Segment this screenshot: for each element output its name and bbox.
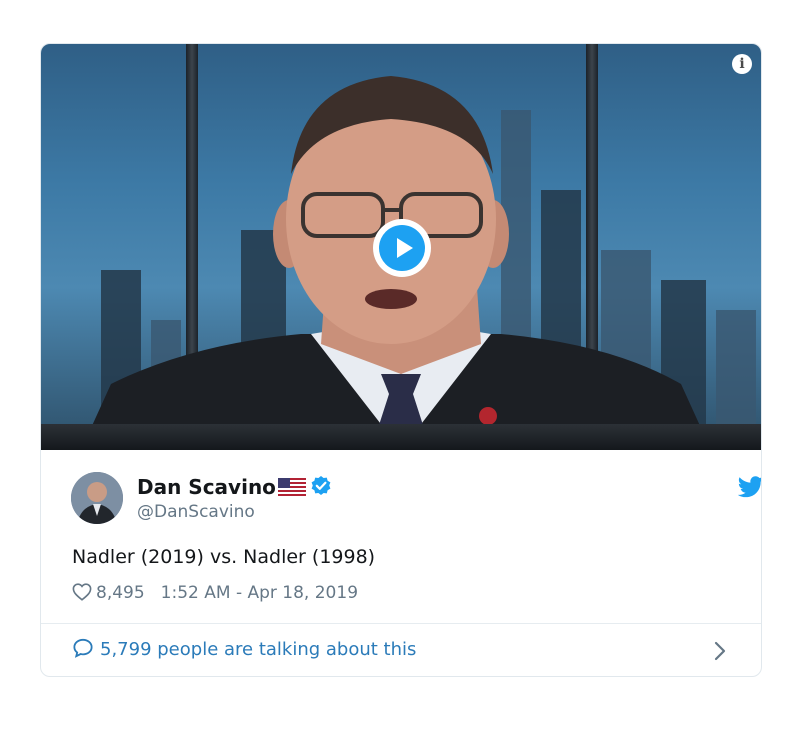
tweet-timestamp[interactable]: 1:52 AM - Apr 18, 2019: [161, 583, 358, 603]
divider: [41, 623, 761, 624]
twitter-bird-icon[interactable]: [738, 476, 762, 498]
discussion-link[interactable]: 5,799 people are talking about this: [72, 638, 416, 660]
tweet-text: Nadler (2019) vs. Nadler (1998): [72, 546, 376, 568]
author-handle[interactable]: @DanScavino: [137, 502, 255, 522]
author-display-name[interactable]: Dan Scavino: [137, 475, 332, 499]
speech-bubble-icon: [73, 638, 93, 658]
avatar[interactable]: [71, 472, 123, 524]
tweet-embed-card[interactable]: i Dan Scavino @DanScavino Nadler (2019) …: [40, 43, 762, 677]
discussion-text[interactable]: 5,799 people are talking about this: [100, 639, 416, 660]
us-flag-icon: [277, 478, 306, 496]
chevron-right-icon[interactable]: [713, 640, 727, 662]
verified-badge-icon: [311, 476, 331, 495]
author-name-text[interactable]: Dan Scavino: [137, 475, 276, 499]
tweet-author: Dan Scavino @DanScavino: [71, 472, 761, 528]
tweet-meta: 8,495 1:52 AM - Apr 18, 2019: [72, 583, 358, 603]
heart-icon[interactable]: [72, 583, 92, 601]
like-count[interactable]: 8,495: [96, 583, 145, 603]
desk-foreground: [41, 424, 761, 450]
play-button[interactable]: [373, 219, 431, 277]
play-icon: [379, 225, 425, 271]
video-thumbnail[interactable]: i: [41, 44, 761, 450]
info-icon[interactable]: i: [732, 54, 752, 74]
